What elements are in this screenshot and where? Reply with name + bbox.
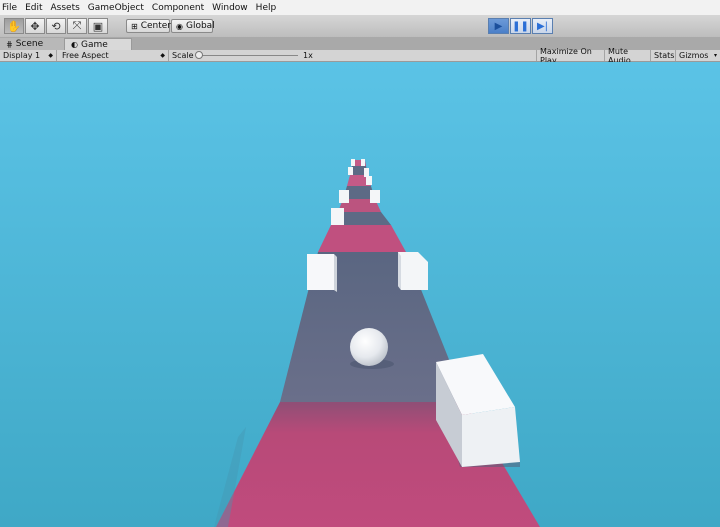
maximize-on-play-toggle[interactable]: Maximize On Play xyxy=(536,47,605,65)
obstacle-block xyxy=(348,167,353,175)
tab-game[interactable]: ◐ Game xyxy=(64,38,132,50)
rect-tool-button[interactable]: ▣ xyxy=(88,18,108,34)
step-icon: ▶| xyxy=(536,20,549,32)
obstacle-block xyxy=(364,168,369,177)
obstacle-block xyxy=(370,190,380,203)
mute-audio-toggle[interactable]: Mute Audio xyxy=(605,47,651,65)
menu-file[interactable]: File xyxy=(0,3,23,13)
scale-slider-track[interactable] xyxy=(201,55,298,56)
pivot-label: Center xyxy=(140,21,171,31)
display-dropdown[interactable]: Display 1 ◆ xyxy=(0,50,57,61)
obstacle-block-left xyxy=(307,254,334,290)
pivot-center-button[interactable]: ⊞ Center xyxy=(126,19,171,33)
obstacle-block xyxy=(361,159,365,166)
play-icon: ▶ xyxy=(494,20,503,32)
globe-icon: ◉ xyxy=(176,21,183,31)
pacman-icon: ◐ xyxy=(71,40,78,49)
obstacle-block xyxy=(339,190,349,203)
menu-assets[interactable]: Assets xyxy=(49,3,86,13)
grid-icon: ⋕ xyxy=(6,39,13,49)
pivot-global-button[interactable]: ◉ Global xyxy=(171,19,215,33)
pause-icon: ❚❚ xyxy=(512,20,529,32)
menu-bar: File Edit Assets GameObject Component Wi… xyxy=(0,0,720,15)
rotate-icon: ⟲ xyxy=(51,19,61,33)
scale-icon: ⤧ xyxy=(72,19,82,32)
obstacle-block-right xyxy=(398,252,428,290)
main-toolbar: ✋ ✥ ⟲ ⤧ ▣ ⊞ Center ◉ Global ▶ ❚❚ ▶| xyxy=(0,15,720,38)
pause-button[interactable]: ❚❚ xyxy=(510,18,531,34)
obstacle-block xyxy=(351,159,355,166)
tab-scene[interactable]: ⋕ Scene xyxy=(0,38,64,50)
tab-scene-label: Scene xyxy=(15,39,44,49)
menu-help[interactable]: Help xyxy=(254,3,283,13)
obstacle-block xyxy=(331,208,344,225)
pivot-icon: ⊞ xyxy=(131,21,138,31)
player-ball xyxy=(350,328,388,366)
menu-window[interactable]: Window xyxy=(210,3,254,13)
move-icon: ✥ xyxy=(30,19,40,33)
obstacle-block xyxy=(366,176,372,185)
game-view-toolbar: Display 1 ◆ Free Aspect ◆ Scale 1x Maxim… xyxy=(0,47,720,65)
dropdown-arrow-icon: ▾ xyxy=(713,52,717,59)
step-button[interactable]: ▶| xyxy=(532,18,553,34)
game-viewport[interactable] xyxy=(0,62,720,527)
menu-edit[interactable]: Edit xyxy=(23,3,48,13)
dropdown-arrow-icon: ◆ xyxy=(48,52,53,59)
aspect-label: Free Aspect xyxy=(62,51,109,60)
scale-slider-handle[interactable] xyxy=(195,51,203,59)
aspect-dropdown[interactable]: Free Aspect ◆ xyxy=(59,50,169,61)
tab-game-label: Game xyxy=(80,39,108,50)
menu-gameobject[interactable]: GameObject xyxy=(86,3,150,13)
rect-icon: ▣ xyxy=(92,19,104,33)
play-button[interactable]: ▶ xyxy=(488,18,509,34)
scale-label: Scale xyxy=(172,51,194,60)
move-tool-button[interactable]: ✥ xyxy=(25,18,45,34)
gizmos-dropdown[interactable]: Gizmos ▾ xyxy=(676,50,720,61)
scale-tool-button[interactable]: ⤧ xyxy=(67,18,87,34)
dropdown-arrow-icon: ◆ xyxy=(160,52,165,59)
rotate-tool-button[interactable]: ⟲ xyxy=(46,18,66,34)
space-label: Global xyxy=(185,21,215,31)
scale-value: 1x xyxy=(303,51,313,60)
hand-tool-button[interactable]: ✋ xyxy=(4,18,24,34)
display-label: Display 1 xyxy=(3,51,41,60)
hand-icon: ✋ xyxy=(7,19,21,33)
menu-component[interactable]: Component xyxy=(150,3,210,13)
track-segment xyxy=(318,225,406,252)
game-render xyxy=(0,62,720,527)
stats-toggle[interactable]: Stats xyxy=(651,50,676,61)
